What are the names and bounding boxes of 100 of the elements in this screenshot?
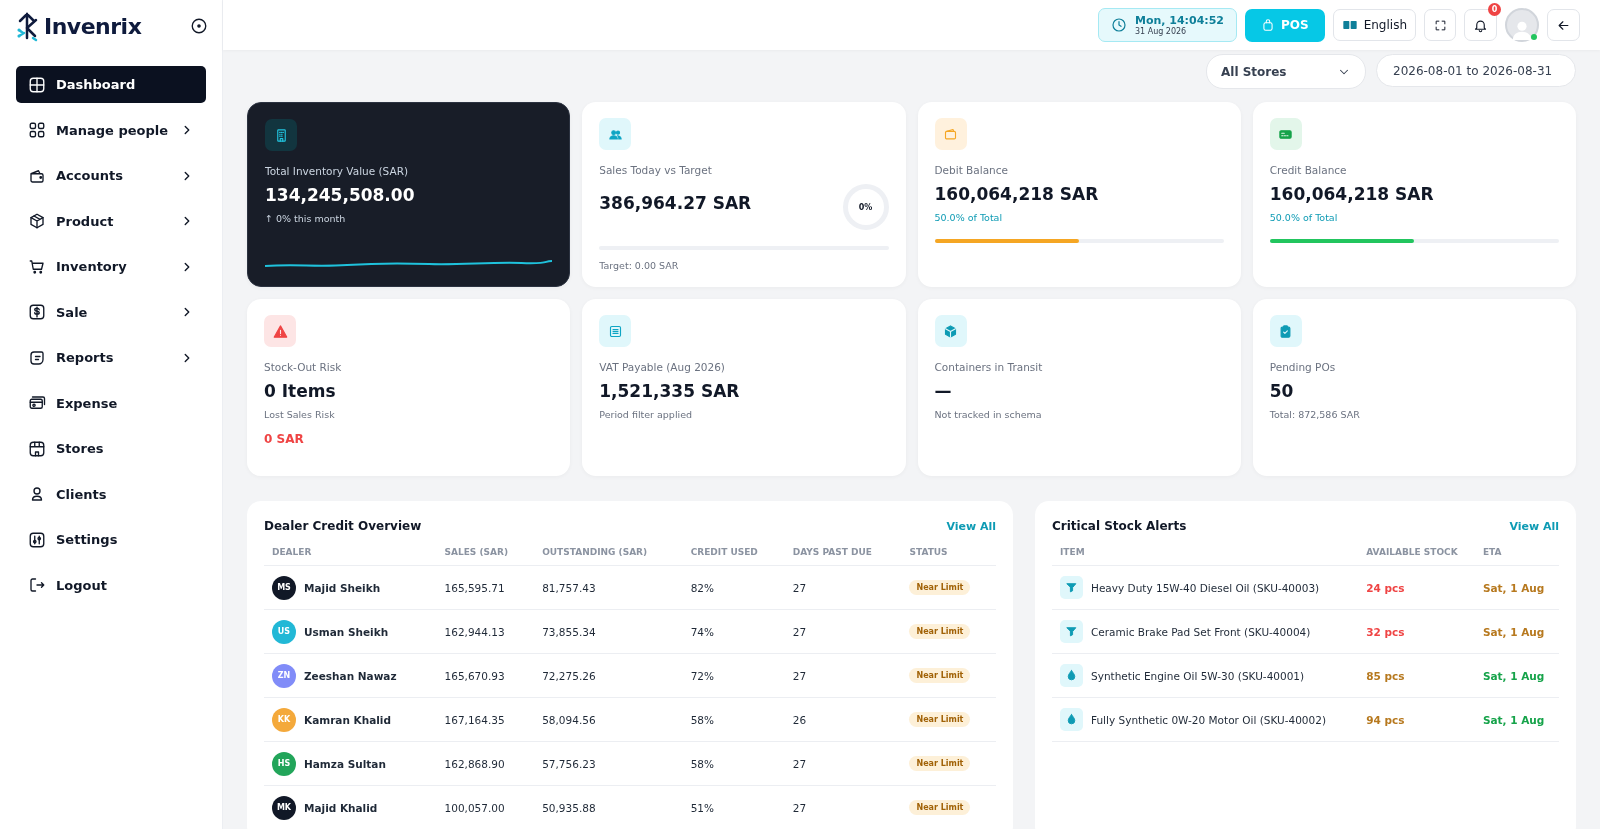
status-badge: Near Limit [909,800,971,815]
drop-icon [1065,669,1078,682]
card-label: Containers in Transit [934,361,1044,373]
item-name: Fully Synthetic 0W-20 Motor Oil (SKU-40002) [1091,713,1326,726]
drop-icon [1065,713,1078,726]
table-cell: 27 [784,565,902,610]
dealer-avatar: US [272,619,296,644]
table-cell: 51% [682,785,785,829]
sidebar-item[interactable]: Sale [16,293,206,331]
status-badge: Near Limit [909,580,971,595]
card-note: Total: 872,586 SAR [1269,409,1361,420]
table-cell: 26 [784,697,902,742]
table-cell: 50,935.88 [534,785,683,829]
column-header: OUTSTANDING (SAR) [534,539,683,566]
card-label: VAT Payable (Aug 2026) [599,361,726,373]
table-cell: 58% [682,741,785,786]
dealer-name: Hamza Sultan [304,757,386,770]
sidebar-item[interactable]: Settings [16,521,206,558]
document-icon [607,323,623,339]
dashboard-icon [28,75,46,94]
sidebar-item[interactable]: Accounts [16,157,206,194]
sidebar-item[interactable]: Stores [16,430,206,467]
card-note: Period filter applied [599,409,694,420]
card-label: Credit Balance [1269,164,1348,176]
card-value: 134,245,508.00 [265,185,416,205]
card-value: 1,521,335 SAR [599,381,741,401]
dealer-name: Majid Sheikh [304,581,381,594]
card-note: Lost Sales Risk [264,409,336,420]
column-header: ITEM [1052,539,1359,566]
sidebar-item[interactable]: Inventory [16,248,206,285]
notification-badge: 0 [1488,3,1501,16]
status-badge: Near Limit [909,756,971,771]
card-value: 160,064,218 SAR [934,184,1100,204]
card-label: Total Inventory Value (SAR) [265,165,410,177]
settings-icon [28,530,46,549]
clock-time: Mon, 14:04:52 [1134,14,1224,27]
table-cell: 58% [682,697,785,742]
dealer-avatar: KK [272,707,296,732]
brand-name: Invenrix [44,13,142,39]
column-header: AVAILABLE STOCK [1358,539,1475,566]
date-range-field[interactable]: 2026-08-01 to 2026-08-31 [1376,54,1576,87]
table-cell: 27 [784,785,902,829]
panel-title: Critical Stock Alerts [1052,519,1187,533]
table-cell: 167,164.35 [436,697,535,742]
stock-count: 85 pcs [1358,653,1475,698]
dealer-avatar: ZN [272,663,296,688]
dealer-name: Kamran Khalid [304,713,391,726]
cube-icon [943,323,958,339]
eta-date: Sat, 1 Aug [1474,653,1559,698]
card-label: Pending POs [1269,361,1337,373]
column-header: ETA [1474,539,1559,566]
item-name: Ceramic Brake Pad Set Front (SKU-40004) [1091,625,1311,638]
column-header: DAYS PAST DUE [784,539,902,566]
card-icon [28,394,46,412]
risk-amount: 0 SAR [264,432,305,446]
back-button[interactable] [1547,9,1580,41]
box-icon [28,212,46,230]
dealer-name: Zeeshan Nawaz [304,669,397,682]
share-text: 50.0% of Total [934,212,1004,223]
table-cell: 165,670.93 [436,653,535,698]
eta-date: Sat, 1 Aug [1474,609,1559,654]
table-cell: 74% [682,609,785,654]
clock-icon [1110,17,1127,33]
stock-count: 24 pcs [1358,565,1475,610]
logout-icon [28,576,46,594]
clock-date: 31 Aug 2026 [1134,27,1188,36]
sidebar-item[interactable]: Reports [16,339,206,376]
sidebar-item[interactable]: Manage people [16,111,206,149]
clipboard-icon [1278,323,1294,339]
status-badge: Near Limit [909,668,971,683]
sidebar-item[interactable]: Logout [16,566,206,604]
card-value: — [934,381,953,401]
card-label: Sales Today vs Target [599,164,713,176]
share-text: 50.0% of Total [1269,212,1339,223]
eta-date: Sat, 1 Aug [1474,697,1559,742]
column-header: DEALER [264,539,437,566]
table-cell: 100,057.00 [436,785,535,829]
sidebar-item[interactable]: Dashboard [16,66,206,103]
table-cell: 82% [682,565,785,610]
item-name: Synthetic Engine Oil 5W-30 (SKU-40001) [1091,669,1305,682]
dealer-avatar: HS [272,751,296,776]
card-value: 50 [1269,381,1295,401]
cart-icon [28,257,46,276]
status-badge: Near Limit [909,712,971,727]
store-select[interactable]: All Stores [1206,54,1366,89]
table-cell: 58,094.56 [534,697,683,742]
table-cell: 165,595.71 [436,565,535,610]
four-squares-icon [28,121,46,139]
column-header: CREDIT USED [682,539,785,566]
bag-icon [1261,18,1275,32]
language-button[interactable]: English [1332,9,1416,41]
sidebar-item[interactable]: Expense [16,384,206,422]
sidebar-item[interactable]: Clients [16,475,206,513]
trend-text: ↑ 0% this month [265,213,347,224]
dollar-icon [28,303,46,321]
column-header: STATUS [901,539,996,566]
table-cell: 162,868.90 [436,741,535,786]
stock-count: 94 pcs [1358,697,1475,742]
card-value: 160,064,218 SAR [1269,184,1435,204]
sidebar-item[interactable]: Product [16,202,206,240]
